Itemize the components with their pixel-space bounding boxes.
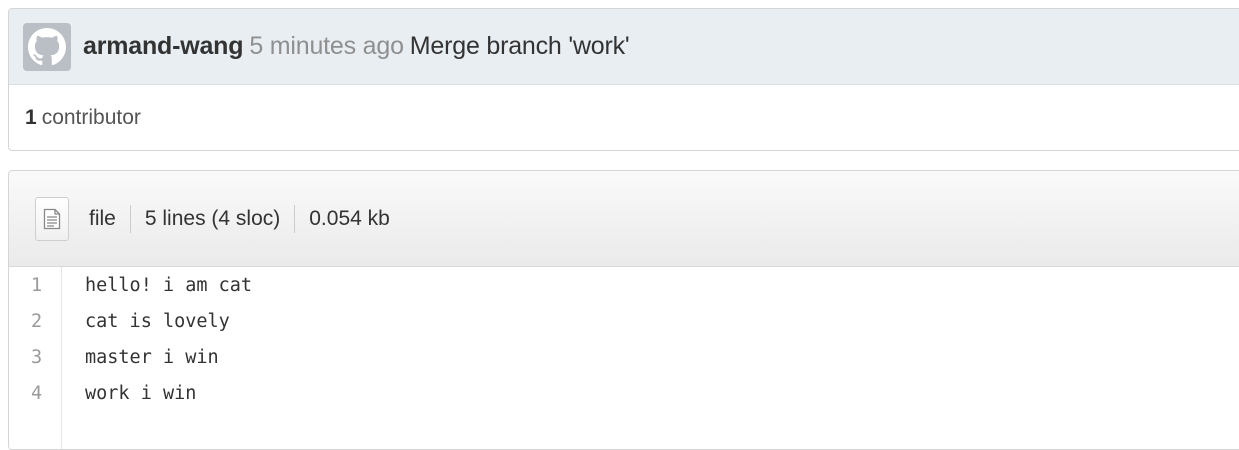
code-line: 1 hello! i am cat xyxy=(9,267,1239,303)
file-name: file xyxy=(89,206,116,230)
contributor-label[interactable]: contributor xyxy=(42,106,141,130)
line-number[interactable]: 1 xyxy=(9,275,61,296)
file-text-icon xyxy=(43,208,61,229)
code-line: 3 master i win xyxy=(9,339,1239,375)
code-line: 4 work i win xyxy=(9,375,1239,411)
line-content: work i win xyxy=(85,382,197,404)
file-header: file 5 lines (4 sloc) 0.054 kb xyxy=(9,171,1239,267)
info-divider xyxy=(129,204,131,233)
line-number[interactable]: 4 xyxy=(9,383,61,404)
line-number[interactable]: 2 xyxy=(9,311,61,332)
line-content: cat is lovely xyxy=(85,310,230,332)
code-view: 1 hello! i am cat 2 cat is lovely 3 mast… xyxy=(9,267,1239,449)
contributors-row: 1 contributor xyxy=(9,85,1239,150)
commit-header: armand-wang 5 minutes ago Merge branch 'wo… xyxy=(9,9,1239,85)
commit-message-link[interactable]: Merge branch 'work' xyxy=(410,32,630,60)
contributor-count[interactable]: 1 xyxy=(25,106,37,130)
commit-summary: armand-wang 5 minutes ago Merge branch 'wo… xyxy=(83,32,630,61)
latest-commit-box: armand-wang 5 minutes ago Merge branch 'wo… xyxy=(8,8,1239,151)
file-line-count: 5 lines (4 sloc) xyxy=(144,206,281,230)
line-number[interactable]: 3 xyxy=(9,347,61,368)
file-type-button[interactable] xyxy=(35,196,69,241)
line-number-gutter-divider xyxy=(61,267,62,449)
file-size: 0.054 kb xyxy=(309,206,390,230)
info-divider xyxy=(294,204,296,233)
line-content: hello! i am cat xyxy=(85,274,253,296)
github-octocat-icon xyxy=(28,27,66,65)
commit-author-link[interactable]: armand-wang xyxy=(83,32,244,60)
line-content: master i win xyxy=(85,346,219,368)
file-viewer: file 5 lines (4 sloc) 0.054 kb 1 hello! … xyxy=(8,170,1239,450)
commit-time: 5 minutes ago xyxy=(249,32,404,60)
avatar[interactable] xyxy=(23,22,71,71)
code-line: 2 cat is lovely xyxy=(9,303,1239,339)
